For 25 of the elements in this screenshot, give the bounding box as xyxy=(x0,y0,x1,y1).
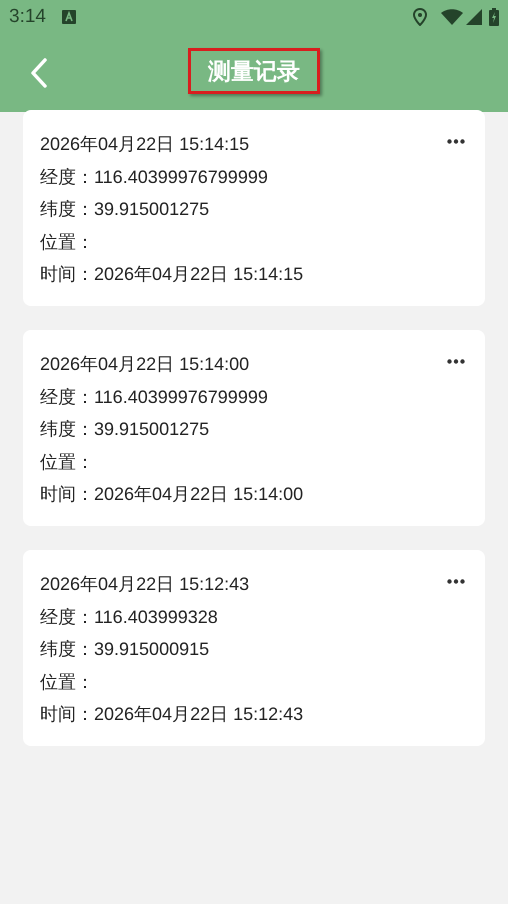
record-heading: 2026年04月22日 15:14:00 xyxy=(40,353,250,376)
signal-icon xyxy=(466,9,482,25)
status-time: 3:14 xyxy=(9,4,46,29)
record-field: 经度：116.403999328 xyxy=(40,604,218,637)
record-field: 经度：116.40399976799999 xyxy=(40,384,268,417)
record-field: 时间：2026年04月22日 15:14:00 xyxy=(40,482,304,514)
record-field: 时间：2026年04月22日 15:14:15 xyxy=(40,262,304,294)
location-icon xyxy=(413,8,427,26)
notification-icon xyxy=(62,10,76,24)
more-icon[interactable] xyxy=(447,359,465,364)
record-field: 位置： xyxy=(40,450,94,482)
record-field: 纬度：39.915001275 xyxy=(40,417,210,450)
record-field: 位置： xyxy=(40,670,94,702)
record-field: 纬度：39.915001275 xyxy=(40,197,210,230)
screen-title: 测量记录 xyxy=(208,56,300,86)
record-field: 位置： xyxy=(40,230,94,262)
more-icon[interactable] xyxy=(447,579,465,584)
record-field: 时间：2026年04月22日 15:12:43 xyxy=(40,702,304,734)
record-heading: 2026年04月22日 15:14:15 xyxy=(40,133,250,156)
wifi-icon xyxy=(441,9,463,25)
record-field: 经度：116.40399976799999 xyxy=(40,164,268,197)
battery-icon xyxy=(489,8,499,26)
more-icon[interactable] xyxy=(447,139,465,144)
record-field: 纬度：39.915000915 xyxy=(40,637,210,670)
record-heading: 2026年04月22日 15:12:43 xyxy=(40,573,250,596)
